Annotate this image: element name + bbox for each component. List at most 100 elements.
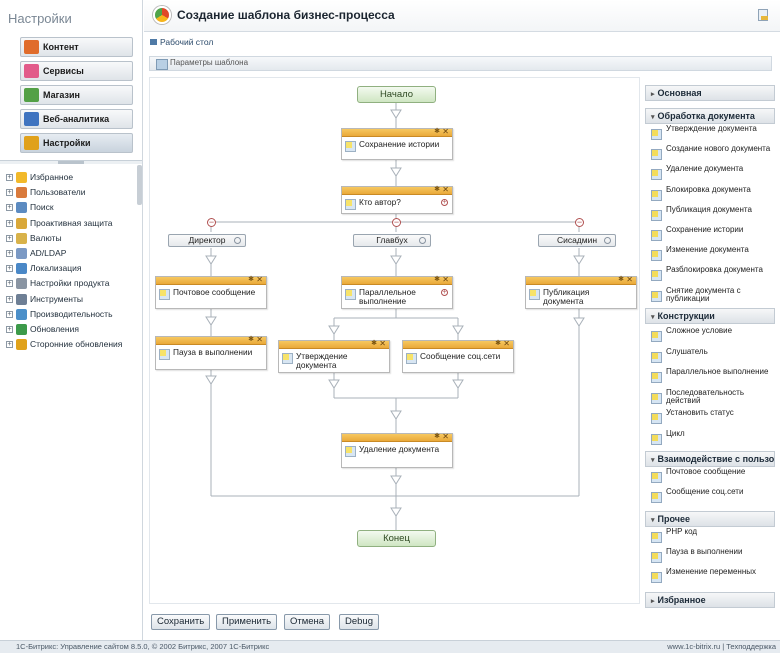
- palette-item[interactable]: Слушатель: [649, 347, 775, 366]
- palette-item[interactable]: Сохранение истории: [649, 225, 775, 244]
- tree-item[interactable]: + Сторонние обновления: [6, 337, 138, 352]
- palette-item[interactable]: Удаление документа: [649, 165, 775, 183]
- palette-group-constructs[interactable]: ▾ Конструкции: [645, 308, 775, 324]
- tree-item[interactable]: + Инструменты: [6, 292, 138, 307]
- expand-icon[interactable]: +: [6, 174, 13, 181]
- section-content-button[interactable]: Контент: [20, 37, 133, 57]
- panel-splitter[interactable]: [0, 160, 142, 164]
- section-services-button[interactable]: Сервисы: [20, 61, 133, 81]
- activity-approve-document[interactable]: ✱ ✕ Утверждение документа: [278, 340, 390, 373]
- expand-icon[interactable]: +: [6, 249, 13, 257]
- tree-item[interactable]: + Настройки продукта: [6, 276, 138, 291]
- palette-item[interactable]: Почтовое сообщение: [649, 467, 775, 486]
- save-button[interactable]: Сохранить: [151, 614, 211, 630]
- expand-icon[interactable]: +: [6, 325, 13, 333]
- activity-social-message[interactable]: ✱ ✕ Сообщение соц.сети: [402, 340, 514, 373]
- apply-button[interactable]: Применить: [216, 614, 278, 630]
- activity-delete-document[interactable]: ✱ ✕ Удаление документа: [341, 433, 453, 468]
- close-icon[interactable]: ✕: [442, 276, 449, 284]
- expand-icon[interactable]: +: [6, 341, 13, 349]
- palette-group-main[interactable]: ▸ Основная: [645, 85, 775, 101]
- palette-item[interactable]: Последовательность действий: [649, 388, 775, 407]
- palette-item[interactable]: Снятие документа с публикации: [649, 286, 775, 305]
- end-node[interactable]: Конец: [357, 530, 436, 547]
- activity-publish-document[interactable]: ✱ ✕ Публикация документа: [525, 276, 637, 309]
- palette-item[interactable]: Цикл: [649, 429, 775, 448]
- palette-group-favorites[interactable]: ▸ Избранное: [645, 592, 775, 608]
- gear-icon[interactable]: [419, 237, 426, 244]
- palette-item[interactable]: Блокировка документа: [649, 185, 775, 204]
- close-icon[interactable]: ✕: [626, 276, 633, 284]
- footer-links[interactable]: www.1c-bitrix.ru | Техподдержка: [667, 641, 776, 653]
- palette-item[interactable]: PHP код: [649, 527, 775, 546]
- palette-item[interactable]: Сообщение соц.сети: [649, 487, 775, 506]
- close-icon[interactable]: ✕: [442, 433, 449, 441]
- remove-branch-icon[interactable]: −: [575, 218, 584, 227]
- expand-icon[interactable]: +: [6, 234, 13, 242]
- breadcrumb[interactable]: Рабочий стол: [150, 37, 213, 47]
- expand-icon[interactable]: +: [6, 189, 13, 197]
- tree-item[interactable]: + Обновления: [6, 322, 138, 337]
- gear-icon[interactable]: [234, 237, 241, 244]
- close-icon[interactable]: ✕: [442, 186, 449, 194]
- palette-group-other[interactable]: ▾ Прочее: [645, 511, 775, 527]
- tree-item[interactable]: + Избранное: [6, 170, 138, 185]
- gear-icon[interactable]: ✱: [371, 340, 377, 348]
- palette-item[interactable]: Утверждение документа: [649, 124, 775, 143]
- section-settings-button[interactable]: Настройки: [20, 133, 133, 153]
- palette-item[interactable]: Изменение документа: [649, 246, 775, 264]
- activity-who-author[interactable]: ✱ ✕ Кто автор? +: [341, 186, 453, 214]
- tree-item[interactable]: + Проактивная защита: [6, 216, 138, 231]
- add-branch-icon[interactable]: +: [441, 199, 448, 206]
- palette-item[interactable]: Создание нового документа: [649, 145, 775, 163]
- gear-icon[interactable]: ✱: [618, 276, 624, 284]
- expand-icon[interactable]: +: [6, 280, 13, 288]
- tree-item[interactable]: + Валюты: [6, 231, 138, 246]
- palette-item[interactable]: Изменение переменных: [649, 567, 775, 586]
- palette-item[interactable]: Публикация документа: [649, 205, 775, 224]
- tree-item[interactable]: + Локализация: [6, 261, 138, 276]
- expand-icon[interactable]: +: [6, 265, 13, 273]
- palette-group-doc-processing[interactable]: ▾ Обработка документа: [645, 108, 775, 124]
- activity-mail-message[interactable]: ✱ ✕ Почтовое сообщение: [155, 276, 267, 309]
- tree-item[interactable]: + Поиск: [6, 200, 138, 215]
- activity-parallel[interactable]: ✱ ✕ Параллельное выполнение +: [341, 276, 453, 309]
- cancel-button[interactable]: Отмена: [284, 614, 331, 630]
- activity-save-history[interactable]: ✱ ✕ Сохранение истории: [341, 128, 453, 160]
- print-icon[interactable]: [758, 9, 768, 21]
- palette-item[interactable]: Установить статус: [649, 408, 775, 427]
- expand-icon[interactable]: +: [6, 204, 13, 212]
- palette-group-interaction[interactable]: ▾Взаимодействие с пользователем: [645, 451, 775, 467]
- branch-director[interactable]: Директор: [168, 234, 246, 247]
- start-node[interactable]: Начало: [357, 86, 436, 103]
- close-icon[interactable]: ✕: [256, 276, 263, 284]
- branch-sysadmin[interactable]: Сисадмин: [538, 234, 616, 247]
- section-analytics-button[interactable]: Веб-аналитика: [20, 109, 133, 129]
- add-branch-icon[interactable]: +: [441, 289, 448, 296]
- expand-icon[interactable]: +: [6, 219, 13, 227]
- activity-pause[interactable]: ✱ ✕ Пауза в выполнении: [155, 336, 267, 370]
- palette-item[interactable]: Параллельное выполнение: [649, 367, 775, 386]
- debug-button[interactable]: Debug: [339, 614, 379, 630]
- gear-icon[interactable]: ✱: [434, 433, 440, 441]
- palette-item[interactable]: Разблокировка документа: [649, 266, 775, 284]
- gear-icon[interactable]: ✱: [248, 276, 254, 284]
- tree-item[interactable]: + AD/LDAP: [6, 246, 138, 261]
- gear-icon[interactable]: ✱: [434, 186, 440, 194]
- remove-branch-icon[interactable]: −: [207, 218, 216, 227]
- branch-accountant[interactable]: Главбух: [353, 234, 431, 247]
- gear-icon[interactable]: ✱: [434, 276, 440, 284]
- close-icon[interactable]: ✕: [503, 340, 510, 348]
- gear-icon[interactable]: ✱: [248, 336, 254, 344]
- close-icon[interactable]: ✕: [256, 336, 263, 344]
- remove-branch-icon[interactable]: −: [392, 218, 401, 227]
- template-params-button[interactable]: Параметры шаблона: [156, 58, 248, 70]
- gear-icon[interactable]: ✱: [434, 128, 440, 136]
- close-icon[interactable]: ✕: [442, 128, 449, 136]
- tree-item[interactable]: + Производительность: [6, 307, 138, 322]
- close-icon[interactable]: ✕: [379, 340, 386, 348]
- expand-icon[interactable]: +: [6, 295, 13, 303]
- gear-icon[interactable]: ✱: [495, 340, 501, 348]
- section-shop-button[interactable]: Магазин: [20, 85, 133, 105]
- palette-item[interactable]: Пауза в выполнении: [649, 547, 775, 566]
